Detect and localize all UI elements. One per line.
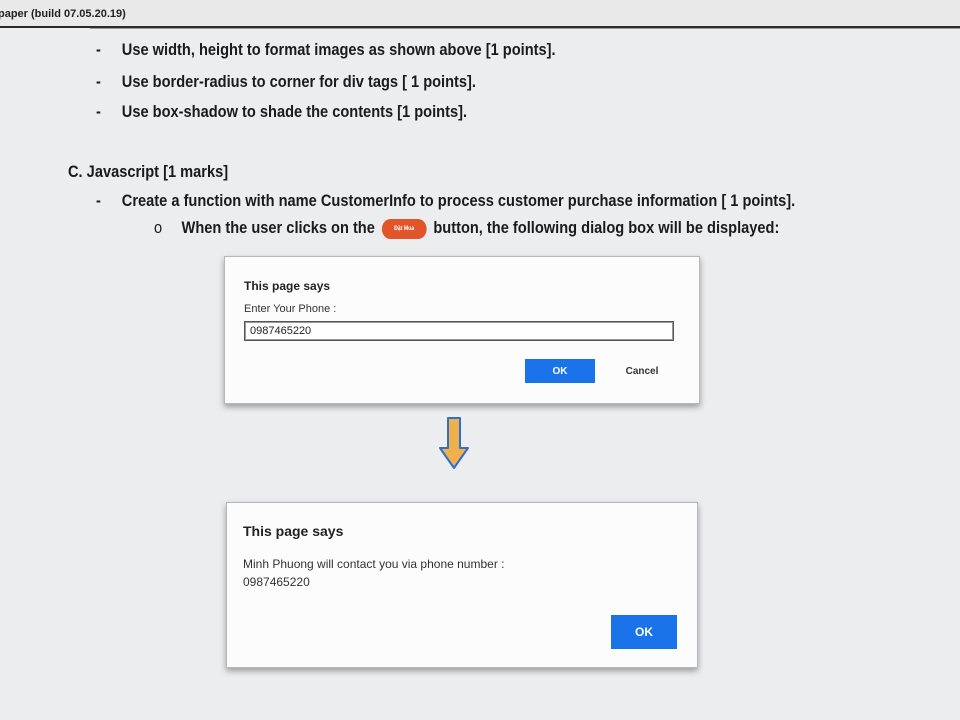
order-button-image: Đặt Mua (381, 218, 427, 239)
list-item-text: Use width, height to format images as sh… (121, 40, 556, 59)
dialog-title: This page says (244, 279, 331, 293)
window-title-bar: paper (build 07.05.20.19) (0, 0, 960, 28)
dialog-message: Enter Your Phone : (244, 303, 337, 315)
arrow-down-icon (439, 417, 469, 469)
list-item-text: Use border-radius to corner for div tags… (121, 72, 476, 91)
dialog-message: Minh Phuong will contact you via phone n… (243, 557, 505, 571)
dialog-phone-number: 0987465220 (243, 575, 310, 589)
sub-item-text-before: When the user clicks on the (181, 218, 375, 237)
window-title: paper (build 07.05.20.19) (0, 8, 126, 20)
sub-bullet-marker: o (154, 218, 163, 237)
list-item: - Use box-shadow to shade the contents [1… (96, 102, 467, 122)
divider (90, 28, 960, 29)
phone-input[interactable] (244, 321, 674, 341)
bullet-marker: - (96, 40, 101, 59)
sub-item-text-after: button, the following dialog box will be… (433, 218, 780, 237)
bullet-marker: - (96, 191, 101, 210)
bullet-marker: - (96, 102, 101, 121)
section-heading: C. Javascript [1 marks] (68, 162, 229, 181)
ok-button[interactable]: OK (525, 359, 595, 383)
alert-dialog: This page says Minh Phuong will contact … (226, 502, 698, 668)
list-item-text: Create a function with name CustomerInfo… (121, 191, 796, 210)
prompt-dialog: This page says Enter Your Phone : OK Can… (224, 256, 700, 404)
list-item: - Use border-radius to corner for div tag… (96, 72, 476, 92)
cancel-button[interactable]: Cancel (607, 359, 677, 383)
dialog-title: This page says (243, 523, 344, 539)
list-item: - Use width, height to format images as s… (96, 40, 556, 60)
list-item: - Create a function with name CustomerInf… (96, 191, 795, 211)
list-item-text: Use box-shadow to shade the contents [1 … (121, 102, 468, 121)
sub-list-item: o When the user clicks on the Đặt Mua butto… (154, 218, 779, 239)
ok-button[interactable]: OK (611, 615, 677, 649)
bullet-marker: - (96, 72, 101, 91)
